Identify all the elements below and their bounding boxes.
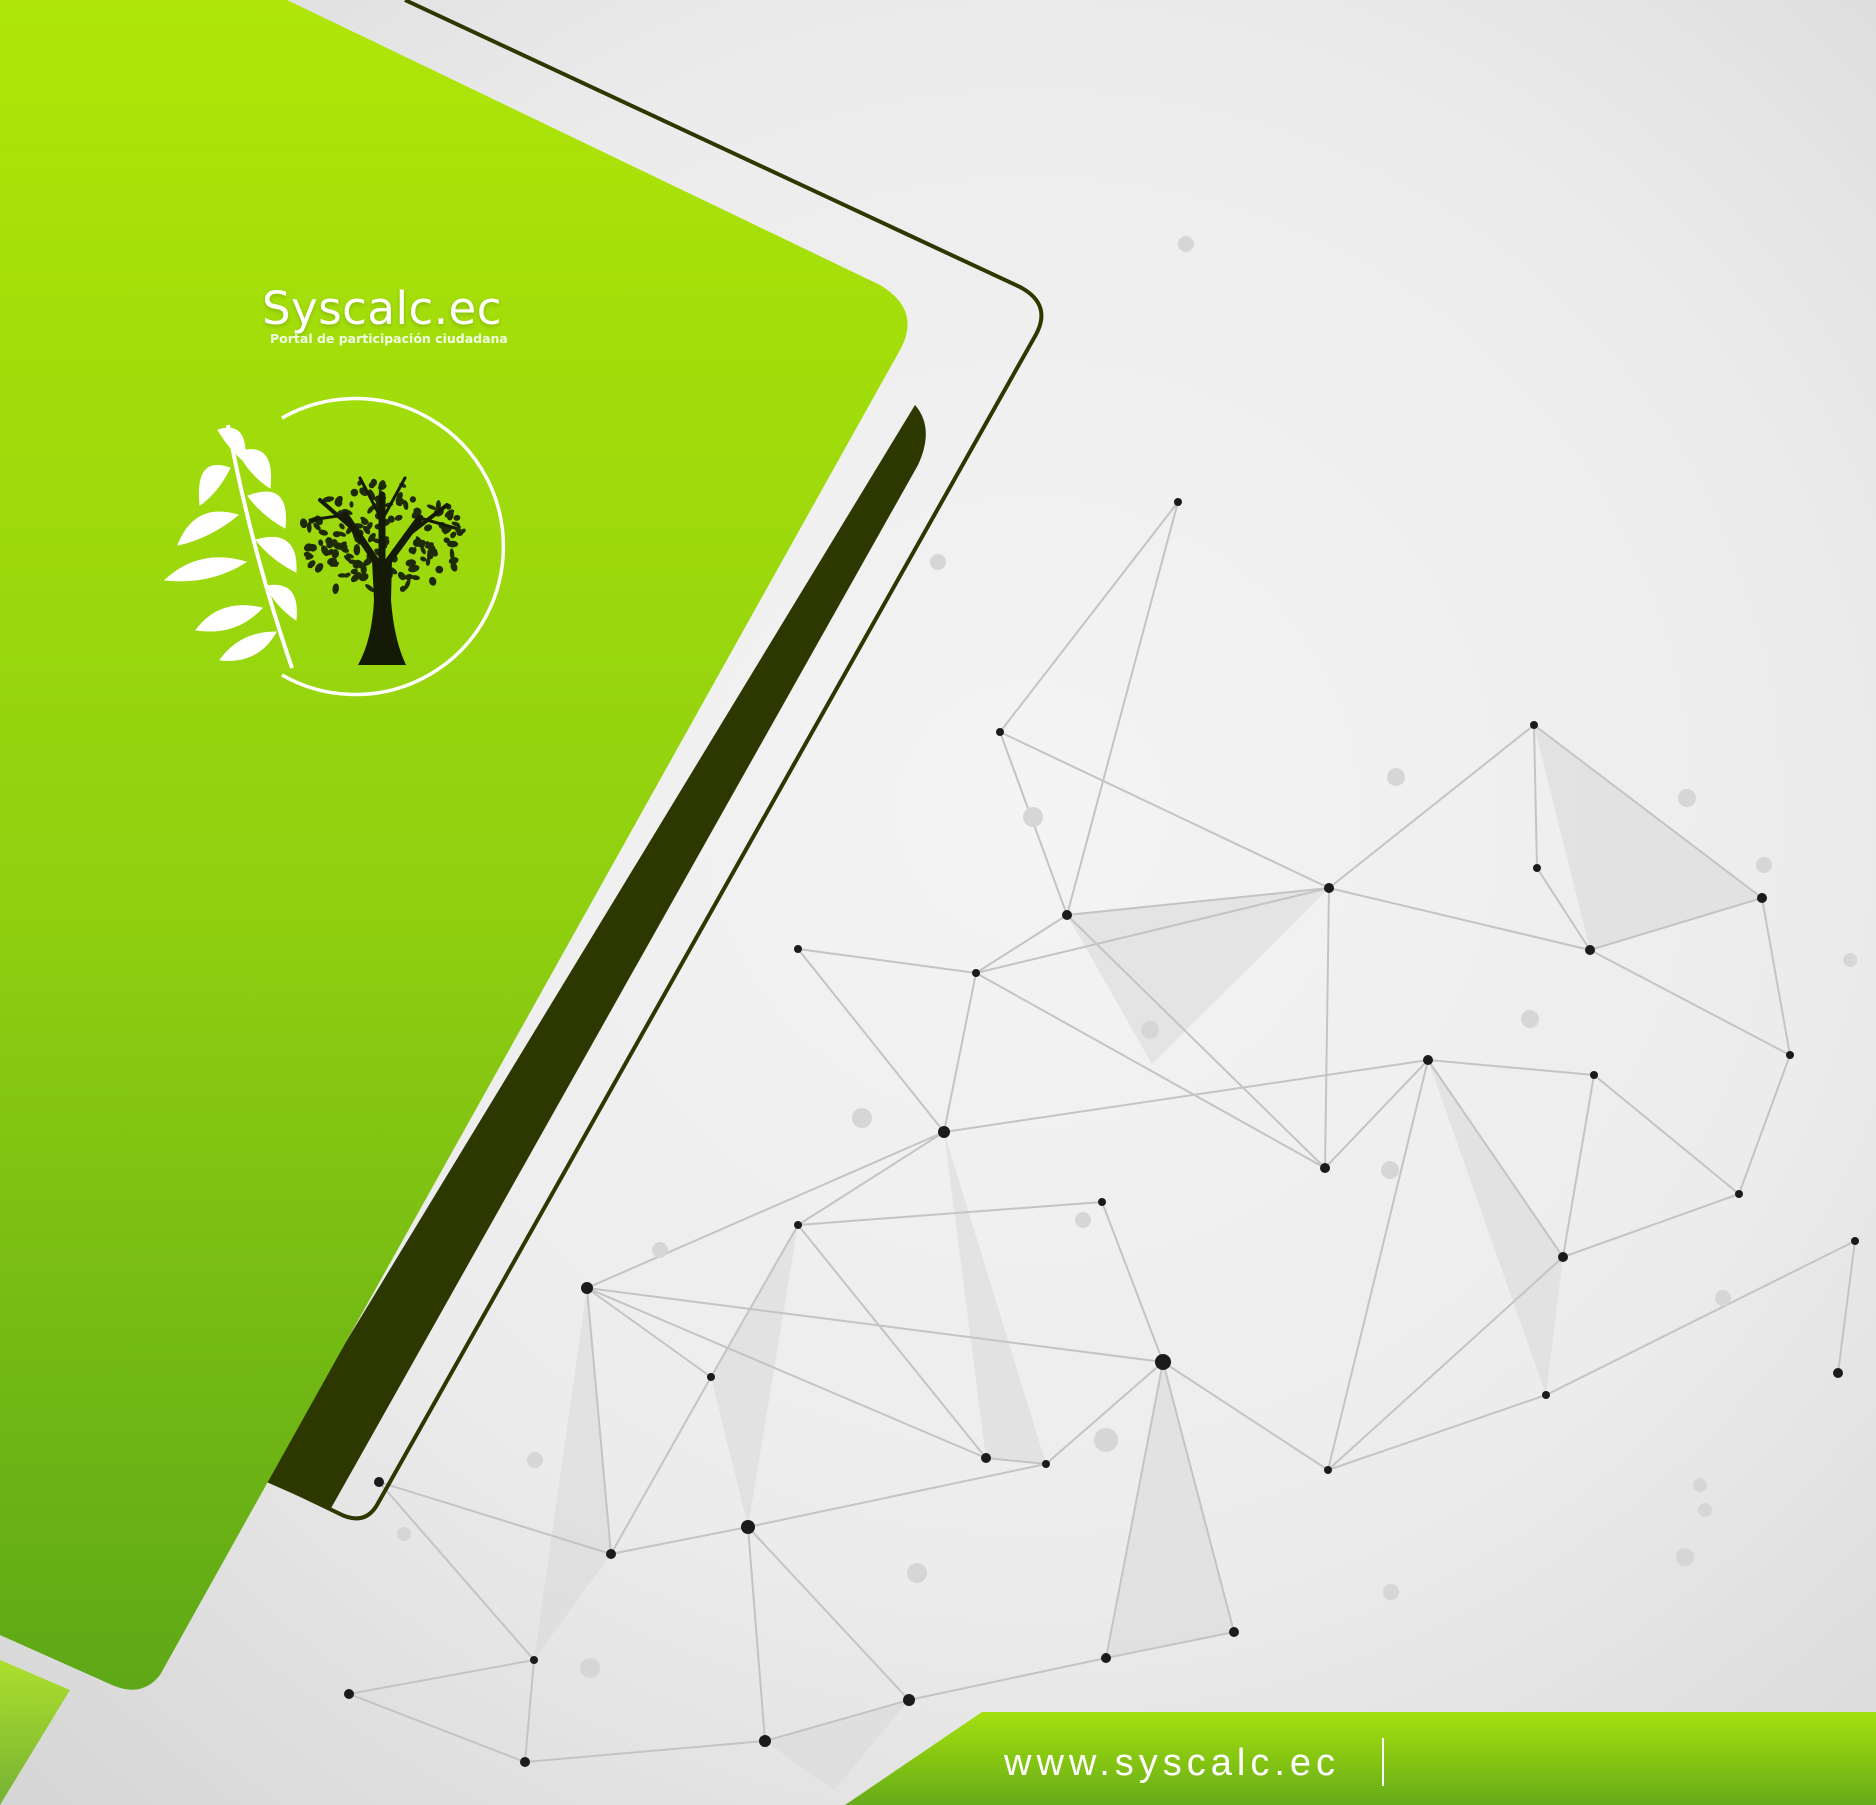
- tree-leaf: [409, 496, 417, 503]
- url-divider: [1382, 1738, 1384, 1786]
- tree-leaf: [349, 501, 354, 508]
- brand-block: Syscalc.ec Portal de participación ciuda…: [262, 286, 512, 346]
- olive-branch-and-tree-icon: [163, 396, 506, 697]
- brand-tagline: Portal de participación ciudadana: [270, 331, 508, 346]
- olive-branch-icon: [163, 424, 297, 669]
- tree-leaf: [299, 518, 308, 529]
- tree-leaf: [318, 539, 324, 546]
- tree-leaf: [334, 495, 343, 506]
- tree-leaf: [448, 557, 459, 565]
- tree-leaf: [332, 583, 339, 595]
- brand-name: Syscalc.ec: [262, 282, 502, 335]
- tree-leaf: [447, 540, 459, 548]
- tree-leaf: [453, 514, 461, 521]
- tree-leaf: [435, 565, 444, 574]
- tree-leaf: [394, 514, 403, 521]
- tree-leaf: [350, 488, 359, 497]
- tree-leaf: [429, 576, 437, 586]
- tree-leaf: [343, 572, 351, 578]
- tree-leaf: [353, 544, 361, 556]
- website-url[interactable]: www.syscalc.ec: [1004, 1738, 1340, 1788]
- tree-icon: [299, 476, 466, 665]
